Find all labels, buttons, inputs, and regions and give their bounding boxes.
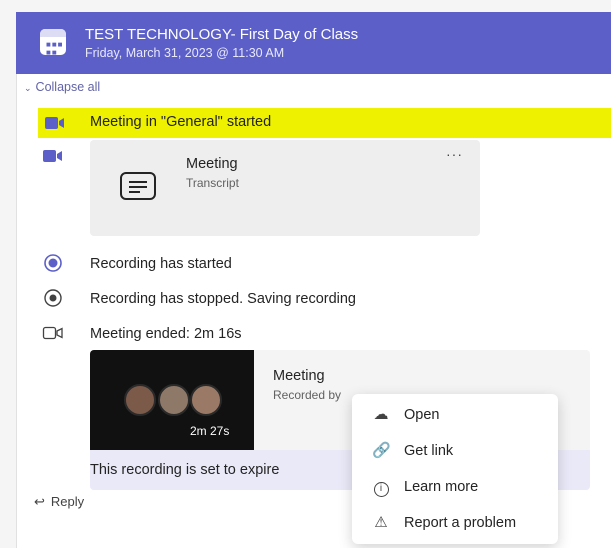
menu-item-learn-more[interactable]: i Learn more xyxy=(352,470,558,504)
chevron-down-icon: ⌄ xyxy=(24,83,32,93)
menu-item-label: Report a problem xyxy=(404,515,517,531)
expiry-notice: This recording is set to expire xyxy=(90,462,280,478)
avatar xyxy=(124,384,156,416)
menu-item-label: Learn more xyxy=(404,479,479,495)
menu-item-open[interactable]: ☁ Open xyxy=(352,398,558,432)
info-icon: i xyxy=(372,478,390,497)
transcript-icon xyxy=(120,172,156,200)
transcript-card[interactable]: Meeting Transcript ··· xyxy=(90,140,480,236)
collapse-all-label: Collapse all xyxy=(35,80,101,94)
menu-item-label: Get link xyxy=(404,443,454,459)
context-menu: ☁ Open 🔗 Get link i Learn more ⚠ Report … xyxy=(352,394,558,544)
video-camera-outline-icon xyxy=(42,326,63,340)
meeting-datetime: Friday, March 31, 2023 @ 11:30 AM xyxy=(85,46,285,60)
reply-label: Reply xyxy=(50,494,85,509)
recording-started-icon xyxy=(44,254,62,272)
meeting-title: TEST TECHNOLOGY- First Day of Class xyxy=(85,26,359,43)
recording-stopped-text: Recording has stopped. Saving recording xyxy=(90,291,356,307)
menu-item-label: Open xyxy=(404,407,440,423)
meeting-ended-text: Meeting ended: 2m 16s xyxy=(90,326,242,342)
collapse-all-button[interactable]: ⌄ Collapse all xyxy=(24,80,100,94)
recording-card-title: Meeting xyxy=(273,368,325,384)
link-icon: 🔗 xyxy=(372,442,391,459)
recording-started-text: Recording has started xyxy=(90,256,232,272)
reply-button[interactable]: ↩ Reply xyxy=(34,494,84,510)
warning-icon: ⚠ xyxy=(374,514,388,531)
meeting-started-text: Meeting in "General" started xyxy=(90,114,272,130)
transcript-card-subtitle: Transcript xyxy=(186,176,239,190)
avatar xyxy=(158,384,190,416)
video-camera-icon xyxy=(45,117,64,129)
avatar xyxy=(190,384,222,416)
recording-card-subtitle: Recorded by xyxy=(273,388,342,402)
more-options-button[interactable]: ··· xyxy=(446,146,463,162)
meeting-header xyxy=(16,12,611,74)
transcript-card-title: Meeting xyxy=(186,156,238,172)
cloud-icon: ☁ xyxy=(373,406,389,423)
video-camera-icon xyxy=(43,150,62,162)
menu-item-get-link[interactable]: 🔗 Get link xyxy=(352,434,558,468)
menu-item-report-problem[interactable]: ⚠ Report a problem xyxy=(352,506,558,540)
recording-thumbnail[interactable]: 2m 27s xyxy=(90,350,254,450)
calendar-icon: ■■■ ■■ xyxy=(40,29,66,57)
recording-stopped-icon xyxy=(44,289,62,307)
meeting-started-event: Meeting in "General" started xyxy=(38,108,611,138)
reply-icon: ↩ xyxy=(34,494,45,509)
recording-duration: 2m 27s xyxy=(190,424,230,438)
